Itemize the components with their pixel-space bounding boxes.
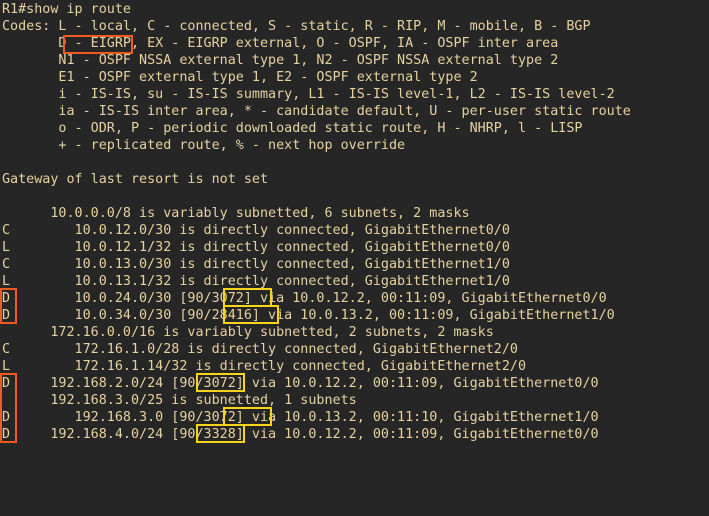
prompt-command-line: R1#show ip route: [2, 2, 131, 17]
codes-line-3: N1 - OSPF NSSA external type 1, N2 - OSP…: [2, 53, 559, 68]
codes-line-4: E1 - OSPF external type 1, E2 - OSPF ext…: [2, 70, 478, 85]
route-line: C 10.0.12.0/30 is directly connected, Gi…: [2, 223, 510, 238]
route-summary-line: 10.0.0.0/8 is variably subnetted, 6 subn…: [2, 206, 470, 221]
terminal-window[interactable]: R1#show ip route Codes: L - local, C - c…: [0, 0, 709, 516]
route-line: D 10.0.34.0/30 [90/28416] via 10.0.13.2,…: [2, 308, 615, 323]
gateway-line: Gateway of last resort is not set: [2, 172, 269, 187]
route-line: L 10.0.13.1/32 is directly connected, Gi…: [2, 274, 510, 289]
route-summary-line: 192.168.3.0/25 is subnetted, 1 subnets: [2, 393, 357, 408]
route-line: D 10.0.24.0/30 [90/3072] via 10.0.12.2, …: [2, 291, 607, 306]
codes-line-2: D - EIGRP, EX - EIGRP external, O - OSPF…: [2, 36, 559, 51]
codes-line-8: + - replicated route, % - next hop overr…: [2, 138, 406, 153]
route-line: C 10.0.13.0/30 is directly connected, Gi…: [2, 257, 510, 272]
route-summary-line: 172.16.0.0/16 is variably subnetted, 2 s…: [2, 325, 494, 340]
codes-line-5: i - IS-IS, su - IS-IS summary, L1 - IS-I…: [2, 87, 615, 102]
codes-line-7: o - ODR, P - periodic downloaded static …: [2, 121, 583, 136]
codes-line-1: Codes: L - local, C - connected, S - sta…: [2, 19, 591, 34]
codes-line-6: ia - IS-IS inter area, * - candidate def…: [2, 104, 631, 119]
route-line: D 192.168.3.0 [90/3072] via 10.0.13.2, 0…: [2, 410, 599, 425]
route-line: L 10.0.12.1/32 is directly connected, Gi…: [2, 240, 510, 255]
route-line: D 192.168.2.0/24 [90/3072] via 10.0.12.2…: [2, 376, 599, 391]
route-line: L 172.16.1.14/32 is directly connected, …: [2, 359, 527, 374]
route-line: D 192.168.4.0/24 [90/3328] via 10.0.12.2…: [2, 427, 599, 442]
route-line: C 172.16.1.0/28 is directly connected, G…: [2, 342, 518, 357]
